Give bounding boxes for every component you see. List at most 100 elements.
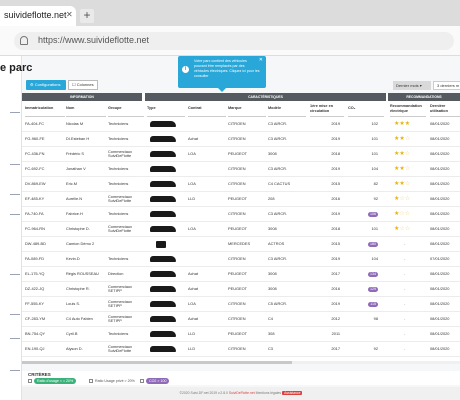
new-tab-button[interactable]: + [80,9,94,23]
table-row[interactable]: FC-692-FC Jonathan V Techniciens CITROEN C3 … [22,162,460,177]
table-row[interactable]: FC-964-RN Christophe D. Commerciaux SuiviD… [22,222,460,237]
vehicle-silhouette-icon [150,301,176,307]
table-row[interactable]: FG-960-FE DI.Esteban H Techniciens Achat CIT… [22,132,460,147]
table-row[interactable]: BN-754-QY Cyril.B Techniciens LLD PEUGEOT 308… [22,327,460,342]
columns-button[interactable]: ☐ Colonnes [68,80,98,90]
cell-co2: 104 [371,165,379,171]
sidebar-item-2[interactable] [10,164,20,165]
criteria-chip-usage-ratio[interactable]: Ratio d'usage < = 20% [34,378,77,384]
cell-derniere: 08/01/2020 [430,120,450,126]
cell-annee: 2018 [331,225,340,231]
criteria-checkbox-2[interactable] [89,379,93,383]
cell-modele: 3008 [268,225,277,231]
sidebar-item-7[interactable] [10,338,20,339]
co2-badge: 180 [368,241,378,247]
cell-nom: Jonathan V [66,165,86,171]
cell-immat: FA-404-FC [25,120,45,126]
column-header-contrat[interactable]: Contrat [188,101,226,117]
cell-contrat: LOA [188,180,196,186]
configurations-button[interactable]: ⚙ Configurations [26,80,66,90]
footer-link[interactable]: SuiviDeFlotte.net [229,391,255,395]
cell-immat: EF-485-KY [25,195,45,201]
table-row[interactable]: EL-175-YQ Régis ROUSSEAU Direction Achat PEU… [22,267,460,282]
table-row[interactable]: DW-489-BD Camion Démo 2 MERCEDES ACTROS 2015… [22,237,460,252]
vehicle-silhouette-icon [150,226,176,232]
vehicle-silhouette-icon [150,181,176,187]
table-row[interactable]: FA-089-FD Kevin.D Techniciens CITROEN C3 AIR… [22,252,460,267]
sidebar-item-6[interactable] [10,314,20,315]
horizontal-scrollbar[interactable] [22,361,460,364]
criteria-chip-co2[interactable]: CO2 > 100 [146,378,170,384]
cell-immat: FF-555-KY [25,300,45,306]
cell-modele: C4 CACTUS [268,180,291,186]
tooltip-text: Votre parc contient des véhicules pouvan… [194,59,260,78]
column-header-immatriculation[interactable]: Immatriculation [25,101,65,117]
cell-contrat: Achat [188,285,198,291]
criteria-checkbox-1[interactable] [28,379,32,383]
cell-annee: 2017 [331,345,340,351]
cell-contrat [188,252,226,266]
tab-title: suivideflotte.net [4,10,67,20]
scrollbar-thumb[interactable] [22,361,292,364]
cell-nom: Régis ROUSSEAU [66,270,99,276]
recommendation-cell: ★★★ [394,117,424,131]
cell-immat: DW-489-BD [25,240,46,246]
period-last-month-button[interactable]: Dernier mois ▾ [393,81,431,90]
column-header-type[interactable]: Type [147,101,185,117]
recommendation-cell: ★★☆ [394,162,424,176]
cell-nom: Alyson D. [66,345,83,351]
sidebar-item-3[interactable] [10,194,20,195]
tab-close-icon[interactable]: ✕ [66,10,73,19]
no-recommendation: - [404,255,406,261]
vehicle-silhouette-icon [150,121,176,127]
column-header-marque[interactable]: Marque [228,101,266,117]
cell-co2 [348,327,378,341]
cell-immat: FC-436-FN [25,150,45,156]
url-field[interactable]: https://www.suivideflotte.net [14,32,454,50]
cell-nom: Kevin.D [66,255,80,261]
criteria-checkbox-3[interactable] [140,379,144,383]
table-row[interactable]: CF-283-YM C4 Auto Fabien Commerciaux SETIP… [22,312,460,327]
table-row[interactable]: DV-869-EW Eric.M Techniciens LOA CITROEN C4 C… [22,177,460,192]
table-row[interactable]: FA-740-FA Fabrice.H Techniciens CITROEN C3 A… [22,207,460,222]
period-range-button[interactable]: 3 derniers m [433,81,460,90]
co2-badge: 106 [368,211,378,217]
electric-tooltip[interactable]: i Votre parc contient des véhicules pouv… [178,56,266,92]
criteria-private-usage[interactable]: Ratio Usage privé > 20% [95,378,135,384]
sidebar-item-4[interactable] [10,214,20,215]
cell-derniere: 08/01/2020 [430,315,450,321]
column-header-modele[interactable]: Modèle [268,101,306,117]
table-row[interactable]: EF-485-KY Aurélie.N Commerciaux SuiviDeFlo… [22,192,460,207]
vehicle-silhouette-icon [150,271,176,277]
footer-assistance-badge[interactable]: Assistance [282,391,303,395]
table-row[interactable]: FC-436-FN Frédéric S Commerciaux SuiviDeFl… [22,147,460,162]
column-header-recommandation[interactable]: Recommandation électrique [390,101,426,117]
column-header-groupe[interactable]: Groupe [108,101,144,117]
cell-groupe: Direction [108,270,124,276]
page-title: e parc [0,62,33,74]
sidebar-item-1[interactable] [10,112,20,113]
cell-marque: CITROEN [228,315,246,321]
vehicle-silhouette-icon [150,316,176,322]
table-row[interactable]: FA-404-FC Nicolas M Techniciens CITROEN C3 A… [22,117,460,132]
cell-contrat: LOA [188,300,196,306]
cell-immat: DZ-422-JQ [25,285,45,291]
cell-groupe: Commerciaux SuiviDeFlotte [108,343,132,353]
footer-legal-link[interactable]: Mentions légales [256,391,281,395]
table-row[interactable]: FF-555-KY Louis S. Commerciaux SETIPP LOA CI… [22,297,460,312]
sidebar-item-8[interactable] [10,370,20,371]
tooltip-arrow [218,88,226,92]
column-header-annee[interactable]: 1ère mise en circulation [310,101,344,117]
column-header-nom[interactable]: Nom [66,101,106,117]
table-row[interactable]: EN-190-QJ Alyson D. Commerciaux SuiviDeFlo… [22,342,460,357]
cell-co2: 129 [348,282,378,296]
cell-nom: DI.Esteban H [66,135,90,141]
star-rating-icon: ★☆☆ [394,196,411,202]
sidebar-item-5[interactable] [10,274,20,275]
table-row[interactable]: DZ-422-JQ Christophe R. Commerciaux SETIPP… [22,282,460,297]
cell-immat: FG-960-FE [25,135,45,141]
browser-tab[interactable]: suivideflotte.net [0,6,76,26]
column-header-derniere-utilisation[interactable]: Dernière utilisation [430,101,460,117]
close-icon[interactable]: ✕ [259,58,263,63]
column-header-co2[interactable]: CO₂ [348,101,384,117]
